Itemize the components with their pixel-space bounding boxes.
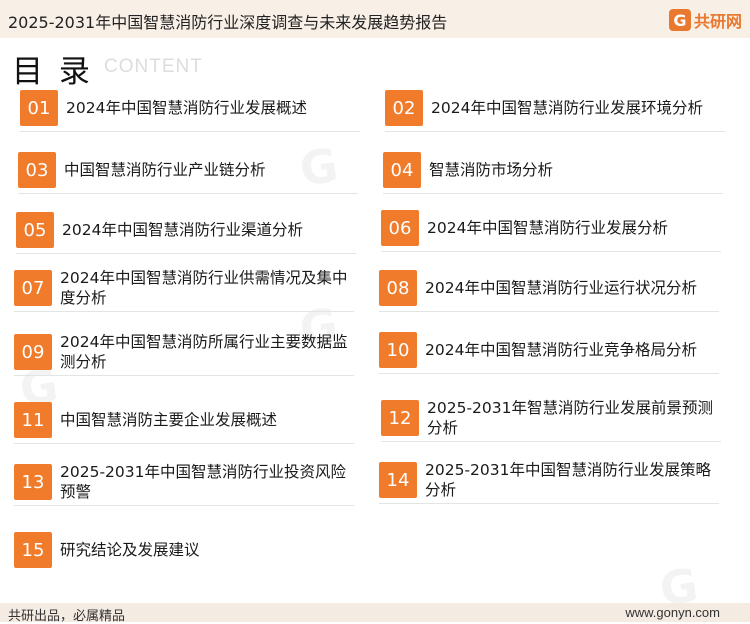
toc-item[interactable]: 08 2024年中国智慧消防行业运行状况分析 [379, 266, 719, 314]
toc-item-number: 03 [18, 152, 56, 188]
divider [379, 503, 719, 504]
toc-item-label: 2024年中国智慧消防行业发展环境分析 [431, 99, 703, 117]
divider [381, 251, 721, 252]
toc-heading: 目 录 [12, 54, 93, 90]
toc-item-label: 中国智慧消防主要企业发展概述 [60, 411, 278, 429]
divider [14, 443, 354, 444]
toc-item-label: 2025-2031年智慧消防行业发展前景预测分析 [427, 399, 713, 437]
toc-subheading: CONTENT [104, 56, 203, 77]
toc-item[interactable]: 03 中国智慧消防行业产业链分析 [18, 148, 358, 196]
toc-item[interactable]: 06 2024年中国智慧消防行业发展分析 [381, 206, 721, 254]
toc-item-label: 2024年中国智慧消防行业渠道分析 [62, 221, 303, 239]
footer-website: www.gonyn.com [625, 605, 720, 620]
divider [14, 311, 354, 312]
toc-item-number: 05 [16, 212, 54, 248]
toc-item-label: 2025-2031年中国智慧消防行业投资风险预警 [60, 463, 346, 501]
divider [379, 311, 719, 312]
toc-item[interactable]: 07 2024年中国智慧消防行业供需情况及集中度分析 [14, 266, 354, 314]
divider [14, 375, 354, 376]
toc-item[interactable]: 11 中国智慧消防主要企业发展概述 [14, 398, 354, 446]
toc-item-number: 02 [385, 90, 423, 126]
toc-item-number: 13 [14, 464, 52, 500]
report-title: 2025-2031年中国智慧消防行业深度调查与未来发展趋势报告 [8, 13, 448, 32]
toc-item[interactable]: 09 2024年中国智慧消防所属行业主要数据监测分析 [14, 330, 354, 378]
toc-item-label: 2024年中国智慧消防行业发展概述 [66, 99, 307, 117]
toc-item-number: 07 [14, 270, 52, 306]
toc-item-label: 2024年中国智慧消防行业竞争格局分析 [425, 341, 697, 359]
toc-item-number: 15 [14, 532, 52, 568]
toc-item[interactable]: 14 2025-2031年中国智慧消防行业发展策略分析 [379, 458, 719, 506]
toc-item[interactable]: 04 智慧消防市场分析 [383, 148, 723, 196]
divider [385, 131, 725, 132]
toc-item[interactable]: 02 2024年中国智慧消防行业发展环境分析 [385, 86, 725, 134]
divider [18, 193, 358, 194]
toc-item-number: 09 [14, 334, 52, 370]
toc-item-label: 中国智慧消防行业产业链分析 [64, 161, 266, 179]
toc-item-label: 2025-2031年中国智慧消防行业发展策略分析 [425, 461, 711, 499]
divider [383, 193, 723, 194]
toc-item-number: 01 [20, 90, 58, 126]
toc-item-number: 11 [14, 402, 52, 438]
toc-item-label: 2024年中国智慧消防行业供需情况及集中度分析 [60, 269, 348, 307]
toc-item-label: 2024年中国智慧消防所属行业主要数据监测分析 [60, 333, 348, 371]
toc-item-number: 12 [381, 400, 419, 436]
toc-item[interactable]: 05 2024年中国智慧消防行业渠道分析 [16, 208, 356, 256]
toc-item[interactable]: 12 2025-2031年智慧消防行业发展前景预测分析 [381, 396, 721, 444]
toc-item-number: 06 [381, 210, 419, 246]
footer-slogan: 共研出品，必属精品 [8, 609, 126, 624]
toc-item-number: 04 [383, 152, 421, 188]
toc-item[interactable]: 10 2024年中国智慧消防行业竞争格局分析 [379, 328, 719, 376]
footer-bar: 共研出品，必属精品 www.gonyn.com [0, 603, 750, 624]
logo-mark-icon: G [668, 9, 691, 31]
logo-text: 共研网 [693, 12, 742, 31]
toc-item-number: 10 [379, 332, 417, 368]
toc-item[interactable]: 01 2024年中国智慧消防行业发展概述 [20, 86, 360, 134]
divider [20, 131, 360, 132]
toc-item-label: 2024年中国智慧消防行业运行状况分析 [425, 279, 697, 297]
brand-logo: G 共研网 [668, 8, 742, 32]
divider [16, 253, 356, 254]
toc-item-label: 研究结论及发展建议 [60, 541, 200, 559]
toc-item-label: 智慧消防市场分析 [429, 161, 554, 179]
divider [381, 441, 721, 442]
divider [379, 373, 719, 374]
toc-item-number: 08 [379, 270, 417, 306]
toc-item[interactable]: 15 研究结论及发展建议 [14, 528, 354, 576]
toc-item[interactable]: 13 2025-2031年中国智慧消防行业投资风险预警 [14, 460, 354, 508]
divider [14, 505, 354, 506]
header-bar: 2025-2031年中国智慧消防行业深度调查与未来发展趋势报告 G 共研网 [0, 0, 750, 38]
toc-item-number: 14 [379, 462, 417, 498]
toc-item-label: 2024年中国智慧消防行业发展分析 [427, 219, 668, 237]
